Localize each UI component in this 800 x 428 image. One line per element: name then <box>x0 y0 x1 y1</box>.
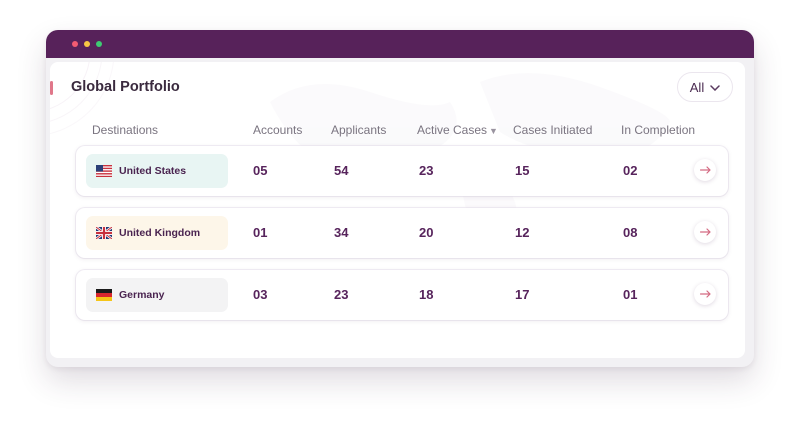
column-header-accounts: Accounts <box>253 123 303 137</box>
column-header-destinations: Destinations <box>92 123 159 137</box>
table-header: Destinations Accounts Applicants Active … <box>50 123 745 139</box>
column-header-applicants: Applicants <box>331 123 387 137</box>
in-completion-value: 08 <box>623 225 638 240</box>
destination-name: Germany <box>119 289 165 301</box>
column-header-in-completion: In Completion <box>621 123 696 137</box>
applicants-value: 54 <box>334 163 349 178</box>
sort-desc-icon[interactable]: ▼ <box>489 126 498 136</box>
in-completion-value: 01 <box>623 287 638 302</box>
active-cases-label: Active Cases <box>417 123 488 137</box>
accounts-value: 05 <box>253 163 268 178</box>
title-accent-bar <box>50 81 53 95</box>
in-completion-value: 02 <box>623 163 638 178</box>
maximize-window-dot[interactable] <box>96 41 102 47</box>
destination-name: United Kingdom <box>119 227 201 239</box>
accounts-value: 01 <box>253 225 268 240</box>
us-flag-icon <box>96 165 112 177</box>
arrow-right-icon[interactable] <box>694 283 716 305</box>
uk-flag-icon <box>96 227 112 239</box>
title-bar <box>46 30 754 58</box>
cases-initiated-value: 17 <box>515 287 530 302</box>
destination-name: United States <box>119 165 187 177</box>
table-row[interactable]: United Kingdom 01 34 20 12 08 <box>76 208 728 258</box>
page-title: Global Portfolio <box>71 79 180 95</box>
destination-badge: United States <box>86 154 228 188</box>
chevron-down-icon <box>710 83 720 93</box>
close-window-dot[interactable] <box>72 41 78 47</box>
arrow-right-icon[interactable] <box>694 221 716 243</box>
filter-selected-value: All <box>689 79 705 95</box>
arrow-right-icon[interactable] <box>694 159 716 181</box>
table-row[interactable]: United States 05 54 23 15 02 <box>76 146 728 196</box>
germany-flag-icon <box>96 289 112 301</box>
destination-badge: Germany <box>86 278 228 312</box>
destination-badge: United Kingdom <box>86 216 228 250</box>
cases-initiated-value: 15 <box>515 163 530 178</box>
column-header-active-cases[interactable]: Active Cases ▼ <box>417 123 498 137</box>
accounts-value: 03 <box>253 287 268 302</box>
active-cases-value: 18 <box>419 287 434 302</box>
global-portfolio-panel: Global Portfolio All Destinations Accoun… <box>50 62 745 358</box>
applicants-value: 23 <box>334 287 349 302</box>
active-cases-value: 20 <box>419 225 434 240</box>
table-row[interactable]: Germany 03 23 18 17 01 <box>76 270 728 320</box>
cases-initiated-value: 12 <box>515 225 530 240</box>
column-header-cases-initiated: Cases Initiated <box>513 123 593 137</box>
filter-dropdown[interactable]: All <box>677 72 733 102</box>
active-cases-value: 23 <box>419 163 434 178</box>
app-window: Global Portfolio All Destinations Accoun… <box>46 30 754 367</box>
minimize-window-dot[interactable] <box>84 41 90 47</box>
applicants-value: 34 <box>334 225 349 240</box>
